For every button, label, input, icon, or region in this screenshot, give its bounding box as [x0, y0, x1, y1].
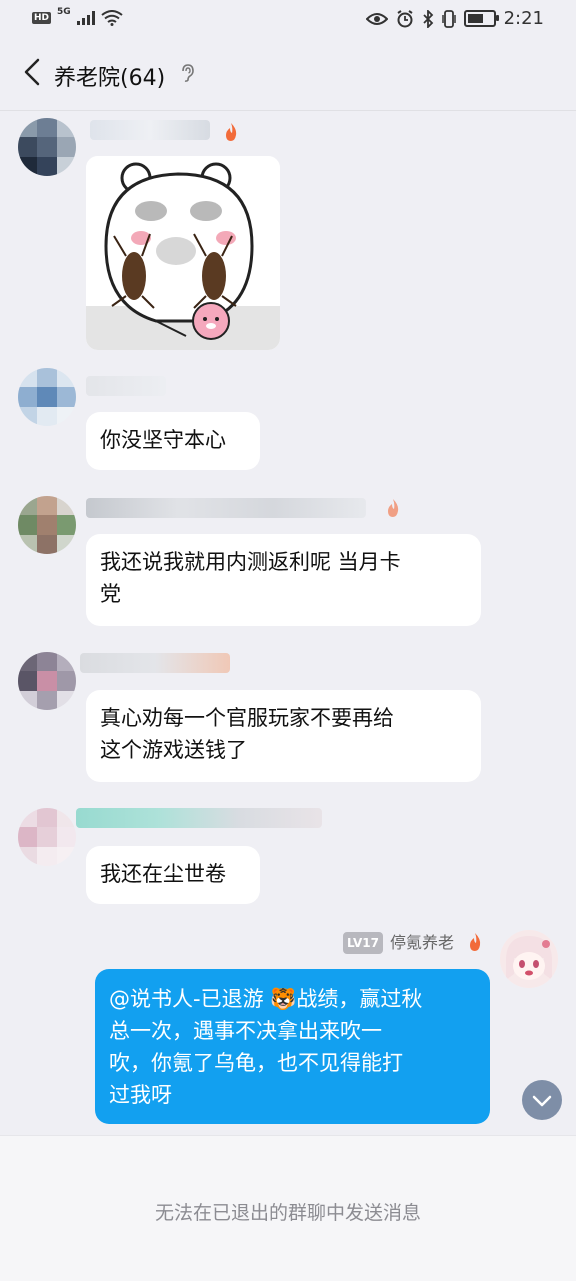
- message-text-line: 党: [100, 582, 121, 606]
- alarm-icon: [397, 9, 413, 27]
- vibrate-icon: [441, 9, 456, 28]
- sender-nickname-blurred: [86, 498, 366, 518]
- message-bubble[interactable]: 真心劝每一个官服玩家不要再给 这个游戏送钱了: [86, 690, 481, 782]
- message-text-line: 这个游戏送钱了: [100, 738, 247, 762]
- message-bubble[interactable]: 我还说我就用内测返利呢 当月卡 党: [86, 534, 481, 626]
- input-area-disabled: 无法在已退出的群聊中发送消息: [0, 1135, 576, 1281]
- anime-girl-avatar-image: [500, 930, 558, 988]
- status-bar: HD 5G 2:21: [0, 0, 576, 38]
- flame-icon: [470, 933, 481, 951]
- signal-icon: [76, 11, 95, 25]
- message-text-line: 过我呀: [109, 1083, 172, 1107]
- back-button[interactable]: [14, 52, 54, 92]
- eye-icon: [365, 12, 388, 25]
- message-text-line: 总一次，遇事不决拿出来吹一: [109, 1019, 382, 1043]
- chat-title[interactable]: 养老院(64): [54, 60, 165, 92]
- flame-icon: [388, 499, 399, 517]
- my-message-bubble[interactable]: @说书人-已退游 🐯战绩，赢过秋 总一次，遇事不决拿出来吹一 吹，你氪了乌龟，也…: [95, 969, 490, 1124]
- sticker-message[interactable]: [86, 156, 280, 350]
- sender-nickname-blurred: [86, 376, 166, 396]
- message-bubble[interactable]: 你没坚守本心: [86, 412, 260, 470]
- message-text: 你没坚守本心: [100, 428, 226, 452]
- hd-icon: HD: [32, 12, 52, 24]
- avatar[interactable]: [18, 496, 76, 554]
- left-group-notice: 无法在已退出的群聊中发送消息: [154, 1202, 421, 1224]
- network-label: 5G: [57, 7, 71, 17]
- chevron-down-icon: [532, 1095, 552, 1107]
- avatar[interactable]: [18, 368, 76, 426]
- clock: 2:21: [503, 8, 544, 29]
- my-nickname: 停氪养老: [390, 933, 455, 952]
- wifi-icon: [101, 10, 123, 26]
- message-text-line: 吹，你氪了乌龟，也不见得能打: [109, 1051, 403, 1075]
- sender-nickname-blurred: [80, 653, 230, 673]
- avatar[interactable]: [18, 652, 76, 710]
- sender-nickname-blurred: [90, 120, 210, 140]
- message-text-line: 真心劝每一个官服玩家不要再给: [100, 706, 394, 730]
- chevron-left-icon: [24, 58, 40, 86]
- message-bubble[interactable]: 我还在尘世卷: [86, 846, 260, 904]
- level-badge: LV17: [343, 932, 383, 954]
- sender-nickname-blurred: [76, 808, 322, 828]
- message-text-line: @说书人-已退游 🐯战绩，赢过秋: [109, 987, 423, 1011]
- my-avatar[interactable]: [500, 930, 558, 988]
- ear-icon[interactable]: [180, 64, 194, 82]
- sticker-bear-image: [86, 156, 280, 350]
- battery-icon: [463, 10, 499, 27]
- message-text: 我还在尘世卷: [100, 862, 226, 886]
- message-text-line: 我还说我就用内测返利呢 当月卡: [100, 550, 401, 574]
- scroll-to-bottom-button[interactable]: [522, 1080, 562, 1120]
- flame-icon: [226, 123, 237, 141]
- bluetooth-icon: [422, 9, 433, 28]
- chat-header: 养老院(64): [0, 38, 576, 111]
- avatar[interactable]: [18, 808, 76, 866]
- avatar[interactable]: [18, 118, 76, 176]
